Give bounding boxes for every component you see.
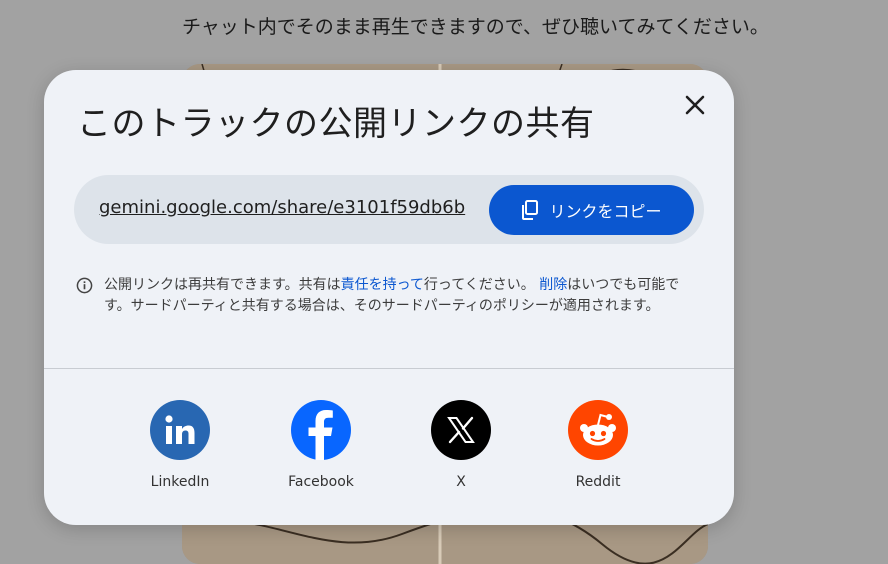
linkedin-icon [150, 400, 210, 460]
facebook-icon [291, 400, 351, 460]
responsibility-link[interactable]: 責任を持って [341, 277, 424, 293]
delete-link[interactable]: 削除 [539, 277, 567, 293]
close-icon [685, 95, 705, 115]
copy-link-button[interactable]: リンクをコピー [489, 185, 694, 235]
share-reddit-button[interactable]: Reddit [543, 400, 653, 490]
share-label-reddit: Reddit [575, 474, 621, 490]
share-linkedin-button[interactable]: LinkedIn [125, 400, 235, 490]
share-facebook-button[interactable]: Facebook [266, 400, 376, 490]
reddit-icon [568, 400, 628, 460]
share-dialog: このトラックの公開リンクの共有 gemini.google.com/share/… [44, 70, 734, 525]
share-link-url[interactable]: gemini.google.com/share/e3101f59db6b [99, 197, 465, 218]
notice-text-part1: 公開リンクは再共有できます。共有は [104, 277, 341, 293]
notice-text-part2: 行ってください。 [423, 277, 540, 293]
copy-icon [522, 200, 539, 220]
share-label-x: X [456, 474, 466, 490]
divider [44, 368, 734, 369]
notice-text: 公開リンクは再共有できます。共有は責任を持って行ってください。 削除はいつでも可… [104, 275, 704, 317]
dialog-title: このトラックの公開リンクの共有 [77, 104, 595, 144]
copy-link-label: リンクをコピー [549, 202, 662, 221]
share-label-facebook: Facebook [288, 474, 354, 490]
share-x-button[interactable]: X [406, 400, 516, 490]
share-label-linkedin: LinkedIn [150, 474, 210, 490]
background-message: チャット内でそのまま再生できますので、ぜひ聴いてみてください。 [182, 16, 769, 38]
share-link-field: gemini.google.com/share/e3101f59db6b リンク… [74, 175, 704, 244]
x-icon [431, 400, 491, 460]
close-button[interactable] [680, 90, 710, 120]
info-icon [76, 277, 93, 294]
